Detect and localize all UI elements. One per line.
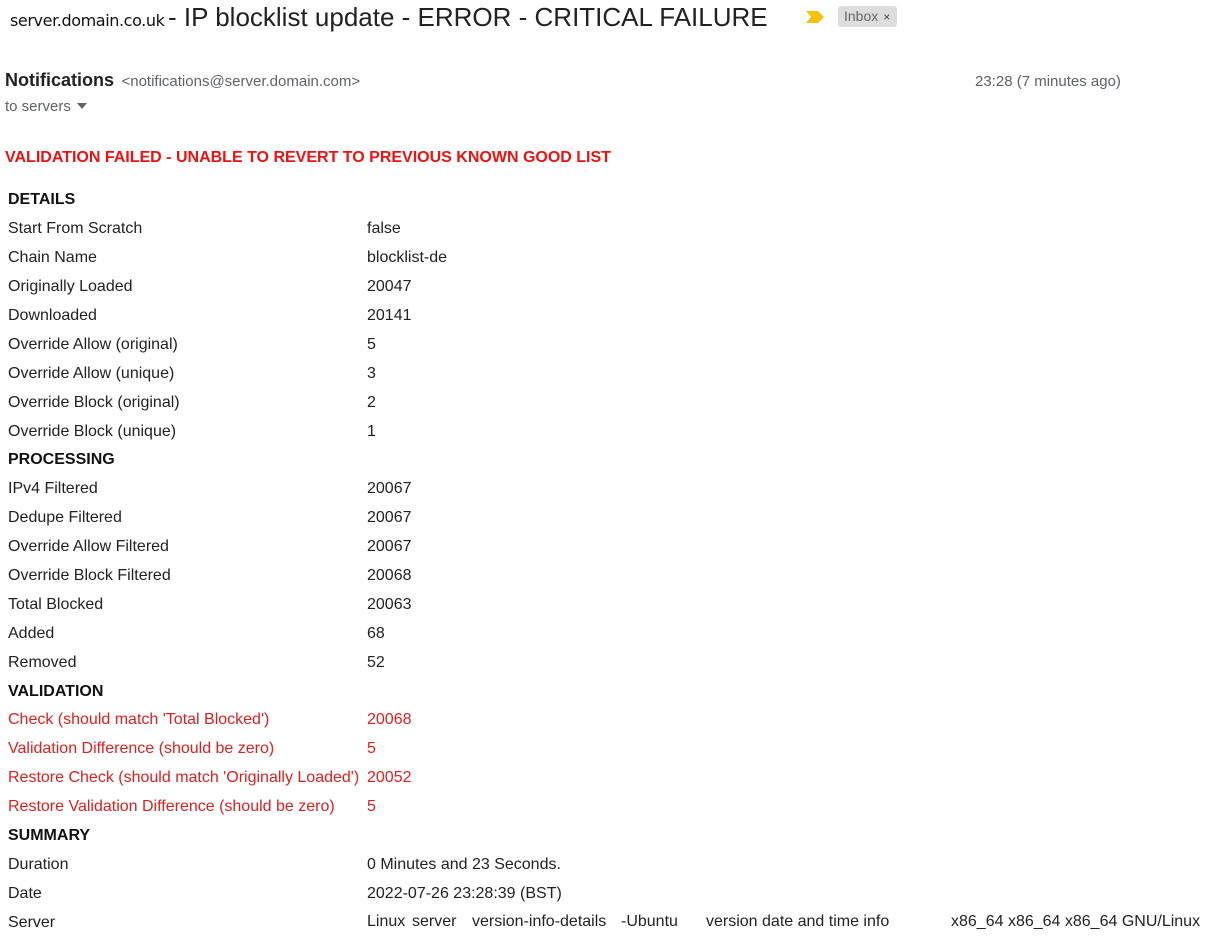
row-value: 0 Minutes and 23 Seconds. <box>367 855 561 873</box>
row-key: Server <box>8 913 56 931</box>
row-value: 2 <box>367 393 376 411</box>
row-key: Downloaded <box>8 307 97 324</box>
row-key: Total Blocked <box>8 595 104 613</box>
sender-line: Notifications <notifications@server.doma… <box>5 70 360 91</box>
row-key: Dedupe Filtered <box>8 509 122 527</box>
row-key: Start From Scratch <box>8 220 143 238</box>
row-key: Duration <box>8 855 69 873</box>
row-value: 20052 <box>367 769 412 787</box>
row-key: Originally Loaded <box>8 278 133 296</box>
row-value: 68 <box>367 624 385 642</box>
row-value: 20067 <box>367 509 412 527</box>
row-value: 1 <box>367 422 376 440</box>
importance-marker-icon[interactable] <box>805 10 825 24</box>
subject-title: - IP blocklist update - ERROR - CRITICAL… <box>168 2 768 32</box>
table-row: Originally Loaded 20047 <box>6 273 1214 302</box>
row-key: Override Block (unique) <box>8 422 177 440</box>
row-key: Check (should match 'Total Blocked') <box>8 711 270 729</box>
section-header-validation: VALIDATION <box>6 677 1214 706</box>
table-row: Added 68 <box>6 619 1214 648</box>
inbox-label-text: Inbox <box>844 8 879 24</box>
row-key: Override Allow (original) <box>8 335 178 353</box>
row-key: Restore Validation Difference (should be… <box>8 798 335 816</box>
row-key: Override Allow Filtered <box>8 538 169 556</box>
row-key: Added <box>8 624 55 642</box>
message-timestamp: 23:28 (7 minutes ago) <box>975 73 1121 90</box>
validation-failed-alert: VALIDATION FAILED - UNABLE TO REVERT TO … <box>5 149 611 166</box>
table-row: Override Block (original) 2 <box>6 388 1214 417</box>
server-os: Linux <box>367 912 406 930</box>
section-header-details: DETAILS <box>6 186 1214 215</box>
table-row-error: Validation Difference (should be zero) 5 <box>6 735 1214 764</box>
server-build-date: version date and time info <box>706 912 890 930</box>
row-value: blocklist-de <box>367 249 448 267</box>
server-version: version-info-details <box>472 912 607 930</box>
row-key: Removed <box>8 653 77 671</box>
section-title: SUMMARY <box>8 827 91 845</box>
row-value: 5 <box>367 798 376 816</box>
row-key: IPv4 Filtered <box>8 480 98 498</box>
row-value: false <box>367 220 401 238</box>
recipients-toggle[interactable]: to servers <box>5 98 87 115</box>
table-row: Chain Name blocklist-de <box>6 244 1214 273</box>
inbox-label-chip[interactable]: Inbox × <box>838 6 898 27</box>
section-header-processing: PROCESSING <box>6 446 1214 475</box>
row-value: 20067 <box>367 480 412 498</box>
server-host: server <box>412 912 457 930</box>
row-key: Override Allow (unique) <box>8 364 175 382</box>
table-row-error: Restore Validation Difference (should be… <box>6 793 1214 822</box>
row-value: 5 <box>367 740 376 758</box>
row-value: 20068 <box>367 711 412 729</box>
table-row: Duration 0 Minutes and 23 Seconds. <box>6 850 1214 879</box>
table-row: Dedupe Filtered 20067 <box>6 504 1214 533</box>
row-value: 2022-07-26 23:28:39 (BST) <box>367 884 562 902</box>
table-row: Downloaded 20141 <box>6 302 1214 331</box>
table-row: Start From Scratch false <box>6 215 1214 244</box>
remove-label-icon[interactable]: × <box>883 10 890 24</box>
row-value: 5 <box>367 335 376 353</box>
row-value: 20047 <box>367 278 412 296</box>
section-title: DETAILS <box>8 191 76 209</box>
row-key: Validation Difference (should be zero) <box>8 740 275 758</box>
recipients-text: to servers <box>5 98 71 115</box>
section-title: VALIDATION <box>8 682 104 700</box>
row-key: Restore Check (should match 'Originally … <box>8 769 360 787</box>
table-row: Removed 52 <box>6 648 1214 677</box>
table-row: Override Allow (original) 5 <box>6 330 1214 359</box>
table-row-error: Restore Check (should match 'Originally … <box>6 764 1214 793</box>
table-row: Date 2022-07-26 23:28:39 (BST) <box>6 879 1214 908</box>
row-value: 20068 <box>367 567 412 585</box>
row-value: 52 <box>367 653 385 671</box>
table-row-error: Check (should match 'Total Blocked') 2006… <box>6 706 1214 735</box>
server-arch: x86_64 x86_64 x86_64 GNU/Linux <box>951 912 1201 930</box>
table-row: Override Allow (unique) 3 <box>6 359 1214 388</box>
row-value: 20141 <box>367 307 412 324</box>
chevron-down-icon[interactable] <box>76 103 87 110</box>
row-key: Date <box>8 884 42 902</box>
section-title: PROCESSING <box>8 451 115 469</box>
table-row: IPv4 Filtered 20067 <box>6 475 1214 504</box>
row-value: 20063 <box>367 595 412 613</box>
table-row: Override Block (unique) 1 <box>6 417 1214 446</box>
table-row: Total Blocked 20063 <box>6 590 1214 619</box>
row-value: 3 <box>367 364 376 382</box>
table-row: Override Allow Filtered 20067 <box>6 533 1214 562</box>
row-key: Chain Name <box>8 249 97 267</box>
row-key: Override Block (original) <box>8 393 180 411</box>
sender-name[interactable]: Notifications <box>5 70 114 90</box>
report-table: DETAILS Start From Scratch false Chain Na… <box>6 186 1214 937</box>
table-row: Server Linux server version-info-details… <box>6 908 1214 937</box>
row-value: 20067 <box>367 538 412 556</box>
subject-sender-domain: server.domain.co.uk <box>10 11 165 30</box>
row-value-server: Linux server version-info-details -Ubunt… <box>365 908 1214 937</box>
table-row: Override Block Filtered 20068 <box>6 562 1214 591</box>
row-key: Override Block Filtered <box>8 567 171 585</box>
server-distro: -Ubuntu <box>621 912 678 930</box>
section-header-summary: SUMMARY <box>6 822 1214 851</box>
sender-email: <notifications@server.domain.com> <box>121 73 361 90</box>
